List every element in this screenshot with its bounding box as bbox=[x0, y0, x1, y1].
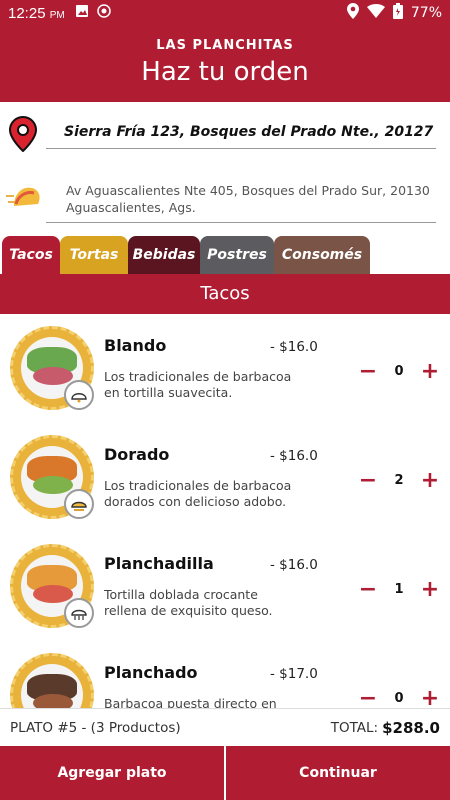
plate-summary: PLATO #5 - (3 Productos) bbox=[10, 719, 181, 736]
product-price: - $16.0 bbox=[270, 339, 318, 355]
status-time: 12:25 PM bbox=[8, 5, 65, 22]
product-description: Los tradicionales de barbacoa en tortill… bbox=[104, 369, 292, 400]
tortilla-icon bbox=[64, 380, 94, 410]
tab-postres[interactable]: Postres bbox=[200, 236, 274, 274]
continue-button[interactable]: Continuar bbox=[224, 746, 450, 800]
increase-button[interactable]: + bbox=[418, 468, 442, 493]
add-plate-button[interactable]: Agregar plato bbox=[0, 746, 224, 800]
quantity-stepper: − 1 + bbox=[356, 577, 442, 602]
decrease-button[interactable]: − bbox=[356, 686, 380, 708]
decrease-button[interactable]: − bbox=[356, 577, 380, 602]
decrease-button[interactable]: − bbox=[356, 468, 380, 493]
delivery-address-row[interactable]: Sierra Fría 123, Bosques del Prado Nte.,… bbox=[0, 112, 450, 162]
tab-tortas[interactable]: Tortas bbox=[60, 236, 128, 274]
restaurant-address-row: Av Aguascalientes Nte 405, Bosques del P… bbox=[0, 178, 450, 226]
product-name: Planchadilla bbox=[104, 554, 214, 573]
quantity-value: 0 bbox=[394, 691, 404, 706]
product-description: Barbacoa puesta directo en bbox=[104, 696, 277, 708]
quantity-value: 0 bbox=[394, 364, 404, 379]
quantity-value: 2 bbox=[394, 473, 404, 488]
page-title: Haz tu orden bbox=[141, 57, 309, 87]
battery-percent: 77% bbox=[410, 5, 442, 21]
battery-icon bbox=[392, 3, 403, 23]
total-value: $288.0 bbox=[382, 718, 440, 737]
action-bar: Agregar plato Continuar bbox=[0, 746, 450, 800]
location-icon bbox=[346, 3, 359, 23]
cheese-taco-icon bbox=[64, 598, 94, 628]
status-time-value: 12:25 bbox=[8, 4, 46, 22]
list-item: Planchado - $17.0 Barbacoa puesta direct… bbox=[0, 641, 450, 708]
quantity-stepper: − 0 + bbox=[356, 686, 442, 708]
product-price: - $16.0 bbox=[270, 448, 318, 464]
list-item: Dorado - $16.0 Los tradicionales de barb… bbox=[0, 423, 450, 532]
product-price: - $16.0 bbox=[270, 557, 318, 573]
status-time-ampm: PM bbox=[49, 9, 65, 21]
record-icon bbox=[96, 4, 111, 22]
header: LAS PLANCHITAS Haz tu orden bbox=[0, 26, 450, 102]
decrease-button[interactable]: − bbox=[356, 359, 380, 384]
product-name: Dorado bbox=[104, 445, 170, 464]
product-description: Tortilla doblada crocante rellena de exq… bbox=[104, 587, 273, 618]
tab-bebidas[interactable]: Bebidas bbox=[128, 236, 200, 274]
product-image bbox=[10, 653, 94, 708]
wifi-icon bbox=[366, 4, 385, 22]
tab-tacos[interactable]: Tacos bbox=[2, 236, 60, 274]
tab-consomes[interactable]: Consomés bbox=[274, 236, 370, 274]
order-summary: PLATO #5 - (3 Productos) TOTAL: $288.0 bbox=[0, 708, 450, 746]
status-bar: 12:25 PM 77% bbox=[0, 0, 450, 26]
product-name: Planchado bbox=[104, 663, 198, 682]
increase-button[interactable]: + bbox=[418, 359, 442, 384]
brand-logo-text: LAS PLANCHITAS bbox=[156, 38, 294, 53]
delivery-address-field[interactable]: Sierra Fría 123, Bosques del Prado Nte.,… bbox=[46, 112, 436, 149]
quantity-stepper: − 0 + bbox=[356, 359, 442, 384]
product-price: - $17.0 bbox=[270, 666, 318, 682]
product-list[interactable]: Blando - $16.0 Los tradicionales de barb… bbox=[0, 314, 450, 708]
taco-delivery-icon bbox=[0, 178, 46, 212]
list-item: Planchadilla - $16.0 Tortilla doblada cr… bbox=[0, 532, 450, 641]
restaurant-address-text: Av Aguascalientes Nte 405, Bosques del P… bbox=[46, 178, 436, 223]
fried-taco-icon bbox=[64, 489, 94, 519]
increase-button[interactable]: + bbox=[418, 686, 442, 708]
section-title: Tacos bbox=[0, 274, 450, 314]
product-name: Blando bbox=[104, 336, 167, 355]
increase-button[interactable]: + bbox=[418, 577, 442, 602]
product-description: Los tradicionales de barbacoa dorados co… bbox=[104, 478, 292, 509]
map-pin-icon bbox=[0, 112, 46, 152]
quantity-value: 1 bbox=[394, 582, 404, 597]
image-icon bbox=[75, 4, 89, 22]
quantity-stepper: − 2 + bbox=[356, 468, 442, 493]
category-tabs: Tacos Tortas Bebidas Postres Consomés bbox=[2, 236, 370, 274]
list-item: Blando - $16.0 Los tradicionales de barb… bbox=[0, 314, 450, 423]
total-label: TOTAL: bbox=[330, 719, 379, 736]
